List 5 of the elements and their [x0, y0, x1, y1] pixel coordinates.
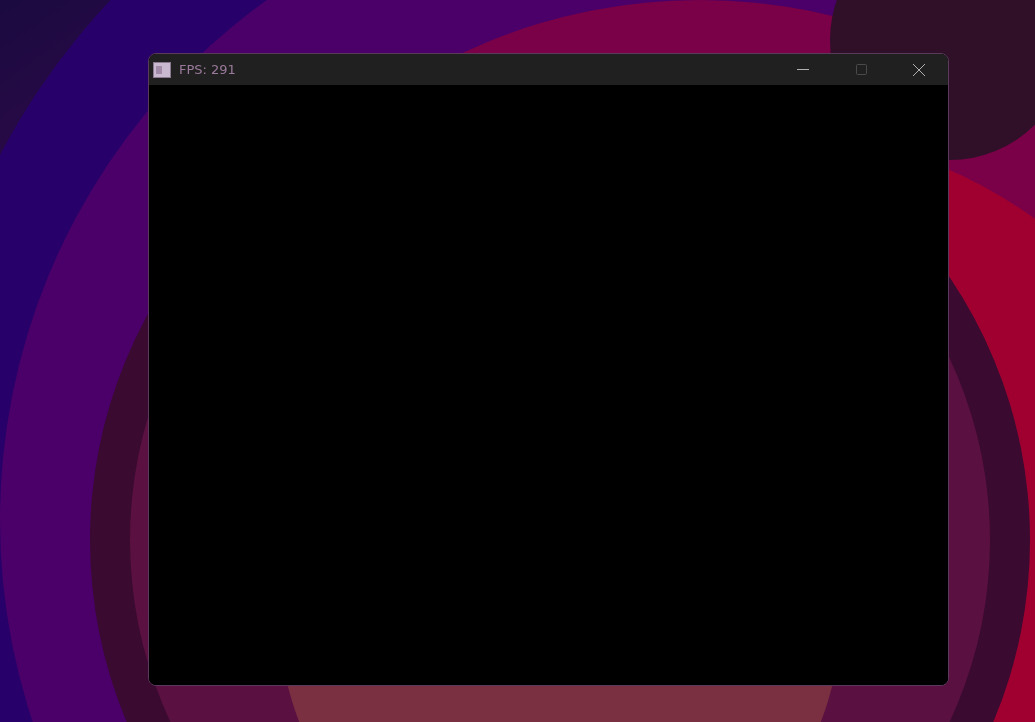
close-icon — [913, 63, 925, 76]
app-icon — [153, 61, 171, 78]
window-title: FPS: 291 — [179, 62, 237, 77]
maximize-icon — [855, 64, 867, 75]
minimize-icon — [797, 68, 809, 71]
